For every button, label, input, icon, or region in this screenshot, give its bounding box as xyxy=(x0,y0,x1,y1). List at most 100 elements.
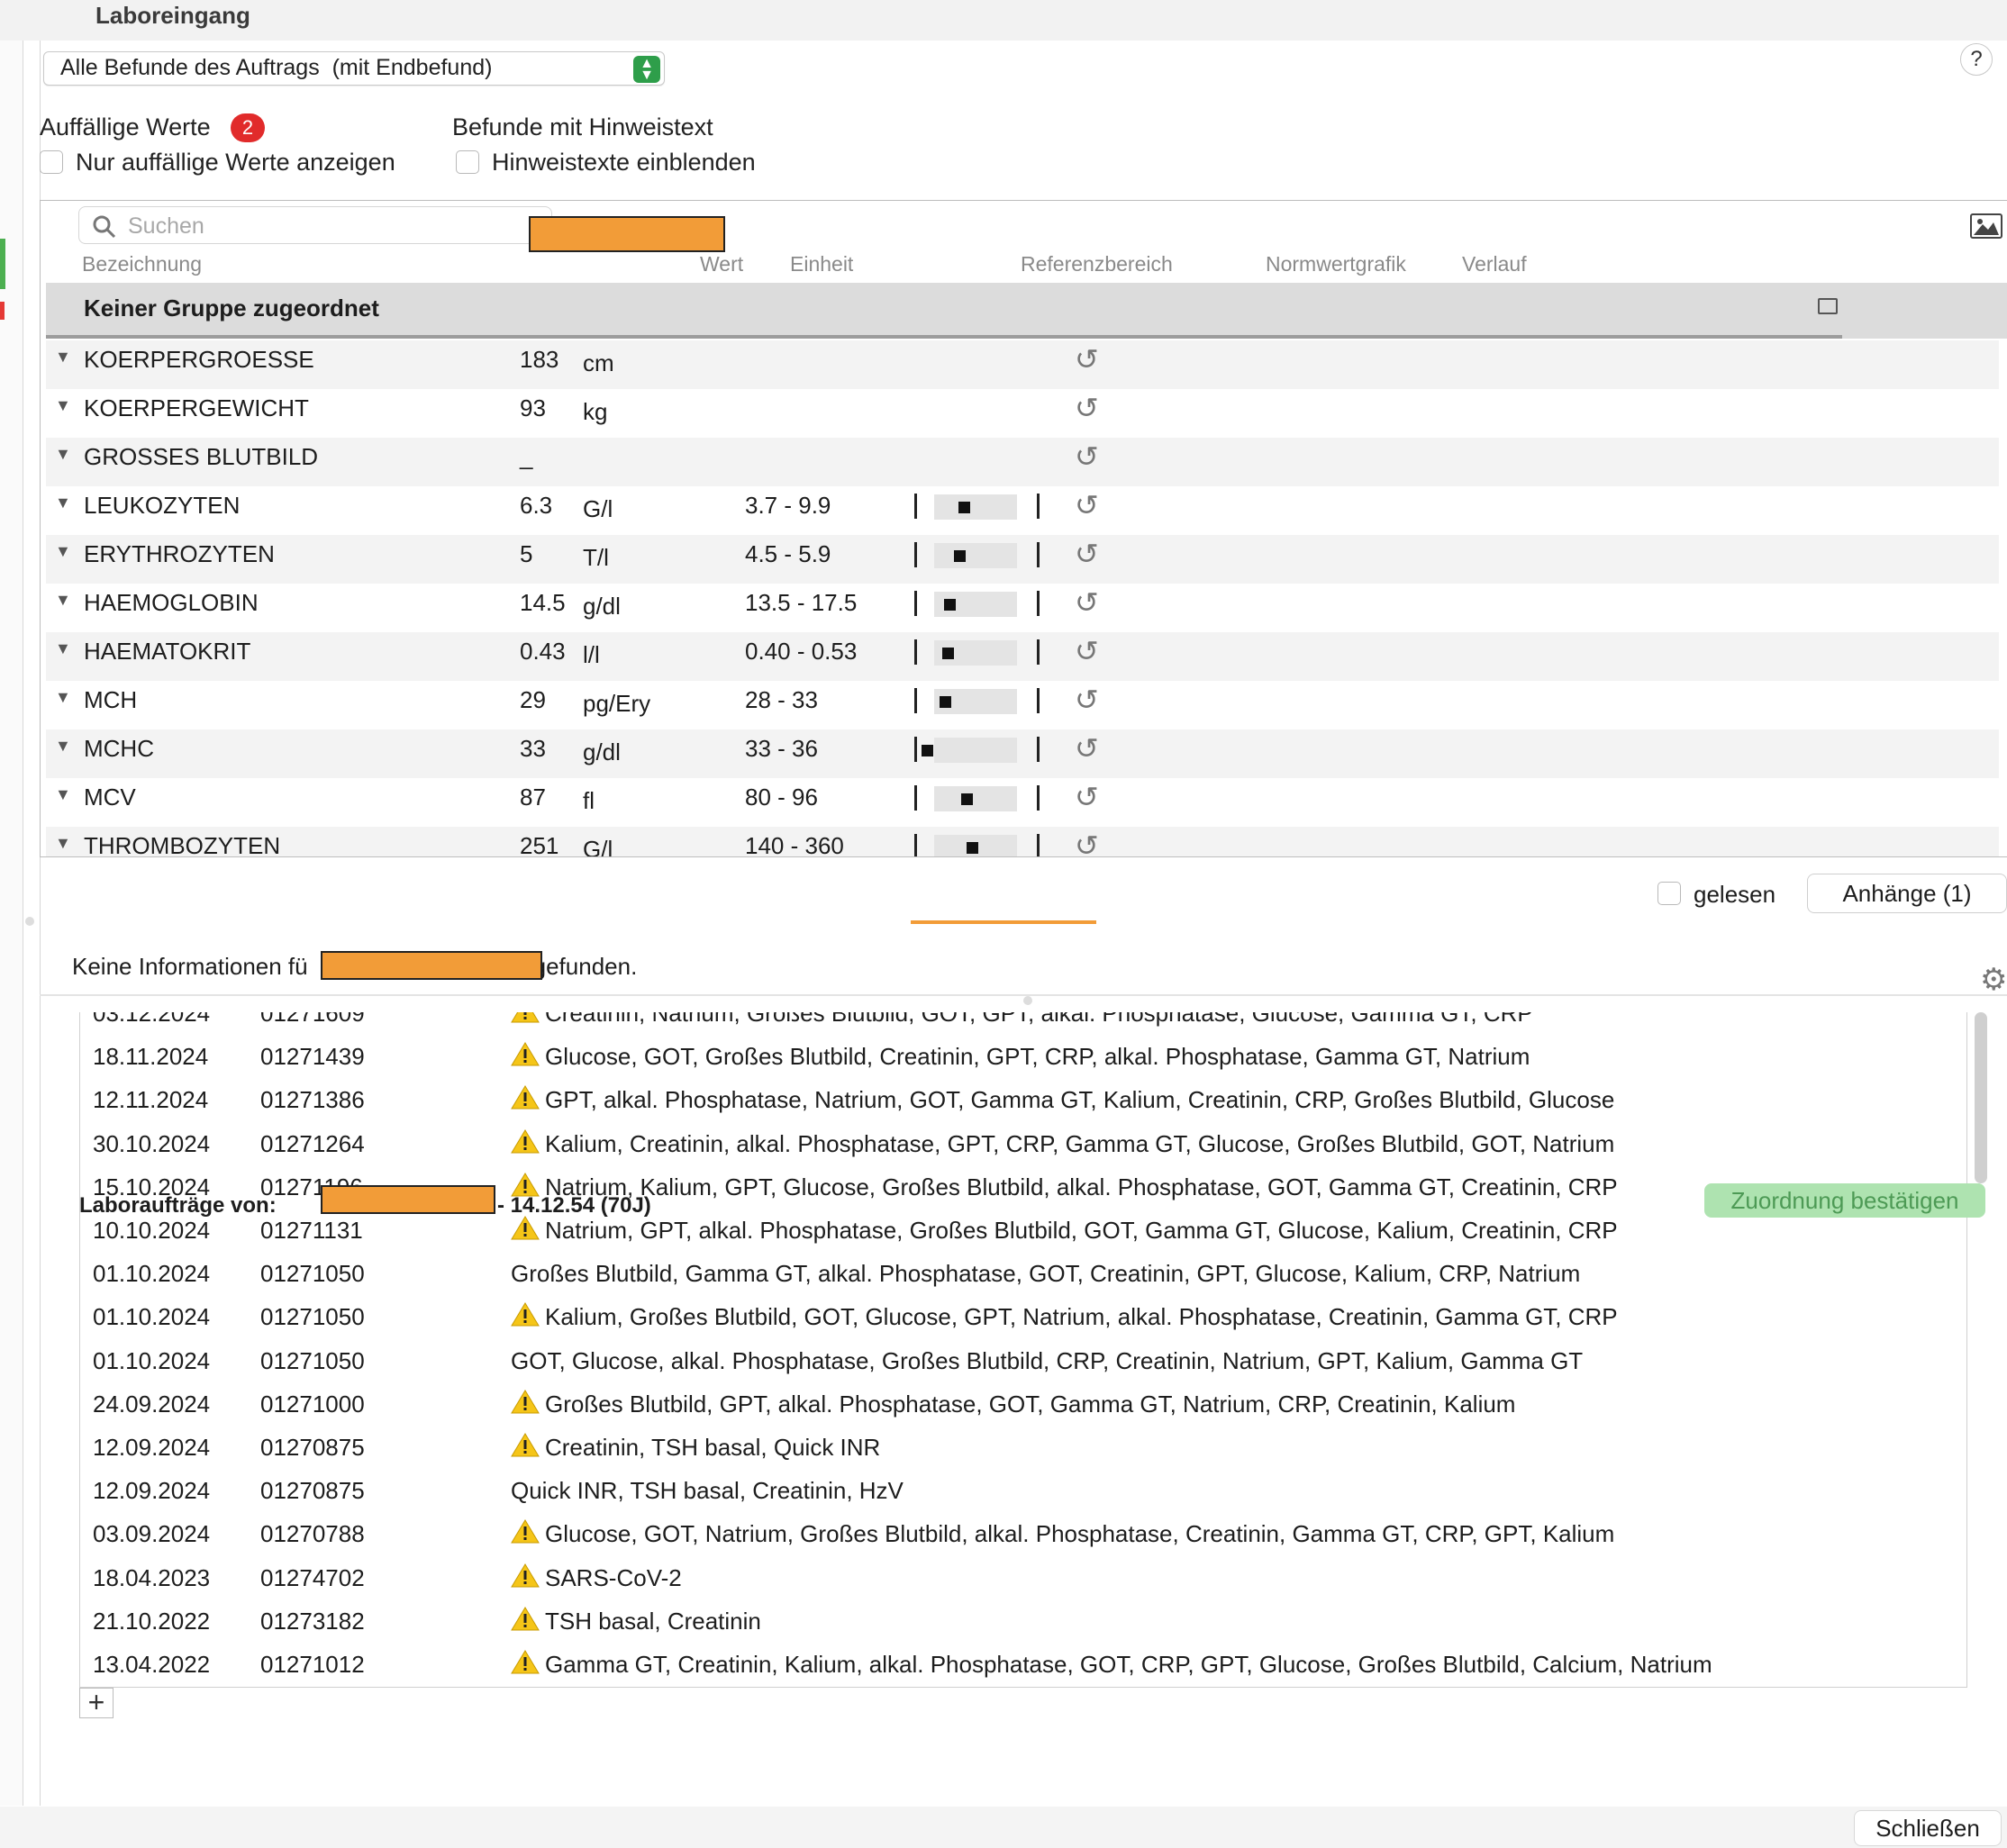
col-ref-header[interactable]: Referenzbereich xyxy=(1021,252,1173,276)
add-button[interactable]: + xyxy=(79,1688,114,1718)
result-row[interactable]: ▼ HAEMOGLOBIN 14.5 g/dl 13.5 - 17.5 ↺ xyxy=(46,584,1999,632)
result-row[interactable]: ▼ MCH 29 pg/Ery 28 - 33 ↺ xyxy=(46,681,1999,729)
result-name: MCHC xyxy=(84,735,154,762)
lab-order-row[interactable]: 18.11.2024 01271439 Glucose, GOT, Großes B… xyxy=(93,1037,1948,1081)
history-icon[interactable]: ↺ xyxy=(1075,488,1099,522)
lab-order-row[interactable]: 24.09.2024 01271000 Großes Blutbild, GPT, … xyxy=(93,1385,1948,1428)
result-name: HAEMOGLOBIN xyxy=(84,589,259,616)
left-edge-strip xyxy=(0,41,23,1806)
expand-chevron-icon[interactable]: ▼ xyxy=(55,834,71,853)
history-icon[interactable]: ↺ xyxy=(1075,829,1099,856)
panel-splitter[interactable] xyxy=(911,920,1096,924)
history-icon[interactable]: ↺ xyxy=(1075,391,1099,425)
order-date: 12.09.2024 xyxy=(93,1477,211,1505)
lab-order-row[interactable]: 03.09.2024 01270788 Glucose, GOT, Natrium,… xyxy=(93,1515,1948,1558)
expand-chevron-icon[interactable]: ▼ xyxy=(55,542,71,561)
col-history-header[interactable]: Verlauf xyxy=(1462,252,1527,276)
result-reference: 33 - 36 xyxy=(745,735,818,762)
result-row[interactable]: ▼ KOERPERGROESSE 183 cm ↺ xyxy=(46,340,1999,389)
history-icon[interactable]: ↺ xyxy=(1075,683,1099,717)
lab-order-row[interactable]: 10.10.2024 01271131 Natrium, GPT, alkal. P… xyxy=(93,1211,1948,1255)
lab-order-row[interactable]: 12.09.2024 01270875 Quick INR, TSH basal, … xyxy=(93,1472,1948,1515)
col-value-header[interactable]: Wert xyxy=(700,252,743,276)
expand-chevron-icon[interactable]: ▼ xyxy=(55,348,71,367)
expand-chevron-icon[interactable]: ▼ xyxy=(55,737,71,756)
result-row[interactable]: ▼ THROMBOZYTEN 251 G/l 140 - 360 ↺ xyxy=(46,827,1999,857)
order-date: 13.04.2022 xyxy=(93,1651,211,1678)
col-graph-header[interactable]: Normwertgrafik xyxy=(1266,252,1406,276)
lab-order-row[interactable]: 30.10.2024 01271264 Kalium, Creatinin, alk… xyxy=(93,1125,1948,1168)
lab-order-row[interactable]: 13.04.2022 01271012 Gamma GT, Creatinin, K… xyxy=(93,1645,1948,1687)
lab-order-row[interactable]: 12.11.2024 01271386 GPT, alkal. Phosphatas… xyxy=(93,1081,1948,1124)
result-row[interactable]: ▼ KOERPERGEWICHT 93 kg ↺ xyxy=(46,389,1999,438)
findings-filter-value: Alle Befunde des Auftrags (mit Endbefund… xyxy=(60,55,493,80)
expand-chevron-icon[interactable]: ▼ xyxy=(55,688,71,707)
result-row[interactable]: ▼ MCV 87 fl 80 - 96 ↺ xyxy=(46,778,1999,827)
order-date: 12.11.2024 xyxy=(93,1086,209,1114)
splitter-handle[interactable] xyxy=(1023,996,1032,1005)
col-unit-header[interactable]: Einheit xyxy=(790,252,853,276)
lab-order-row[interactable]: 01.10.2024 01271050 Kalium, Großes Blutbil… xyxy=(93,1298,1948,1341)
normal-range-bar xyxy=(934,494,1017,520)
normal-value-marker xyxy=(958,502,970,513)
order-tests: Glucose, GOT, Großes Blutbild, Creatinin… xyxy=(545,1043,1530,1071)
result-row[interactable]: ▼ LEUKOZYTEN 6.3 G/l 3.7 - 9.9 ↺ xyxy=(46,486,1999,535)
history-icon[interactable]: ↺ xyxy=(1075,780,1099,814)
history-icon[interactable]: ↺ xyxy=(1075,537,1099,571)
history-icon[interactable]: ↺ xyxy=(1075,342,1099,376)
attachments-button[interactable]: Anhänge (1) xyxy=(1807,874,2007,913)
read-checkbox[interactable] xyxy=(1657,882,1681,905)
result-row[interactable]: ▼ HAEMATOKRIT 0.43 l/l 0.40 - 0.53 ↺ xyxy=(46,632,1999,681)
result-row[interactable]: ▼ MCHC 33 g/dl 33 - 36 ↺ xyxy=(46,729,1999,778)
result-row[interactable]: ▼ GROSSES BLUTBILD _ ↺ xyxy=(46,438,1999,486)
result-value: 93 xyxy=(520,394,546,421)
confirm-assignment-button[interactable]: Zuordnung bestätigen xyxy=(1704,1183,1985,1218)
result-row[interactable]: ▼ ERYTHROZYTEN 5 T/l 4.5 - 5.9 ↺ xyxy=(46,535,1999,584)
lab-order-row[interactable]: 21.10.2022 01273182 TSH basal, Creatinin xyxy=(93,1602,1948,1645)
image-icon[interactable] xyxy=(1818,298,1838,314)
lab-order-row[interactable]: 12.09.2024 01270875 Creatinin, TSH basal, … xyxy=(93,1428,1948,1472)
warning-icon xyxy=(511,1650,540,1674)
order-date: 03.12.2024 xyxy=(93,1012,211,1027)
normal-range-lower-mark xyxy=(914,542,917,567)
result-value: 251 xyxy=(520,832,559,857)
lab-order-row[interactable]: 01.10.2024 01271050 GOT, Glucose, alkal. P… xyxy=(93,1342,1948,1385)
history-icon[interactable]: ↺ xyxy=(1075,439,1099,474)
abnormal-only-checkbox[interactable] xyxy=(40,150,63,174)
result-unit: l/l xyxy=(583,641,600,668)
splitter-handle[interactable] xyxy=(25,917,34,926)
history-icon[interactable]: ↺ xyxy=(1075,731,1099,765)
warning-icon xyxy=(511,1606,540,1631)
lab-order-row[interactable]: 01.10.2024 01271050 Großes Blutbild, Gamma… xyxy=(93,1255,1948,1298)
col-name-header[interactable]: Bezeichnung xyxy=(82,252,202,276)
help-button[interactable]: ? xyxy=(1960,43,1993,76)
history-icon[interactable]: ↺ xyxy=(1075,585,1099,620)
result-name: GROSSES BLUTBILD xyxy=(84,443,319,470)
expand-chevron-icon[interactable]: ▼ xyxy=(55,494,71,512)
normal-range-lower-mark xyxy=(914,494,917,519)
lab-order-row[interactable]: 18.04.2023 01274702 SARS-CoV-2 xyxy=(93,1559,1948,1602)
expand-chevron-icon[interactable]: ▼ xyxy=(55,785,71,804)
expand-chevron-icon[interactable]: ▼ xyxy=(55,445,71,464)
normal-range-bar xyxy=(934,543,1017,568)
warning-icon xyxy=(511,1302,540,1327)
normal-value-marker xyxy=(967,842,978,854)
order-tests: Creatinin, TSH basal, Quick INR xyxy=(545,1434,881,1461)
orders-scrollbar[interactable] xyxy=(1975,1012,1987,1183)
close-button[interactable]: Schließen xyxy=(1854,1810,2002,1846)
lab-order-row[interactable]: 03.12.2024 01271609 Creatinin, Natrium, Gr… xyxy=(93,1012,1948,1037)
expand-chevron-icon[interactable]: ▼ xyxy=(55,591,71,610)
search-input[interactable]: Suchen xyxy=(78,206,552,244)
history-icon[interactable]: ↺ xyxy=(1075,634,1099,668)
show-hints-checkbox[interactable] xyxy=(456,150,479,174)
expand-chevron-icon[interactable]: ▼ xyxy=(55,396,71,415)
warning-icon xyxy=(511,1216,540,1240)
image-icon[interactable] xyxy=(1970,213,2002,239)
result-unit: kg xyxy=(583,398,608,425)
gear-icon[interactable]: ⚙ xyxy=(1980,962,2007,998)
findings-filter-select[interactable]: Alle Befunde des Auftrags (mit Endbefund… xyxy=(43,51,665,86)
expand-chevron-icon[interactable]: ▼ xyxy=(55,639,71,658)
search-icon xyxy=(93,215,116,239)
abnormal-count-badge: 2 xyxy=(231,113,265,142)
group-header[interactable]: Keiner Gruppe zugeordnet xyxy=(46,283,2007,339)
